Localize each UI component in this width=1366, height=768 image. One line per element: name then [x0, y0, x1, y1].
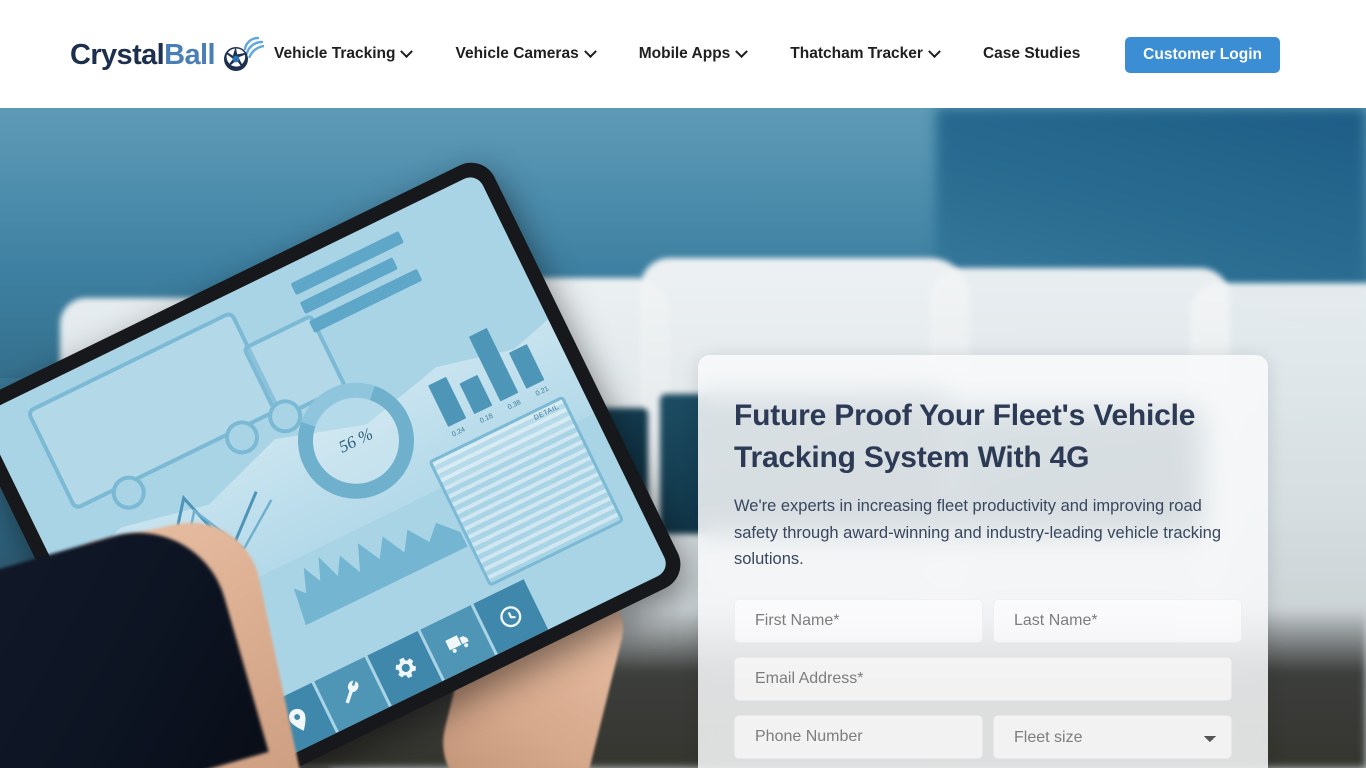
page-title: Future Proof Your Fleet's Vehicle Tracki…: [734, 399, 1196, 474]
nav-label: Thatcham Tracker: [790, 45, 923, 63]
logo-text-primary: Crystal: [70, 38, 165, 71]
phone-fleet-row: Fleet size: [734, 715, 1232, 760]
nav-label: Vehicle Tracking: [274, 45, 396, 63]
hero-section: 56 % 0.24 0.18 0.38 0.21 DETAIL Future P…: [0, 108, 1366, 768]
chevron-down-icon: [928, 44, 941, 58]
main-navigation: Vehicle Tracking Vehicle Cameras Mobile …: [265, 0, 1181, 108]
chevron-down-icon: [400, 44, 414, 58]
nav-item-thatcham-tracker[interactable]: Thatcham Tracker: [768, 44, 961, 63]
chevron-down-icon: [583, 44, 597, 58]
aperture-signal-icon: [218, 35, 267, 75]
logo-text-secondary: Ball: [164, 38, 215, 71]
page-root: CrystalBall Vehicle Tracking Vehicle Cam…: [0, 0, 1366, 768]
nav-item-mobile-apps[interactable]: Mobile Apps: [617, 44, 769, 63]
email-input[interactable]: [734, 657, 1232, 702]
last-name-input[interactable]: [993, 599, 1242, 644]
nav-item-vehicle-tracking[interactable]: Vehicle Tracking: [265, 44, 433, 63]
nav-label: Mobile Apps: [638, 45, 731, 63]
first-name-input[interactable]: [734, 599, 983, 644]
nav-item-case-studies[interactable]: Case Studies: [961, 46, 1102, 62]
name-row: [734, 599, 1242, 644]
email-row: [734, 657, 1232, 702]
donut-value: 56 %: [335, 424, 376, 457]
nav-label: Vehicle Cameras: [455, 45, 579, 63]
hero-form-card: Future Proof Your Fleet's Vehicle Tracki…: [698, 355, 1268, 768]
nav-label: Case Studies: [982, 45, 1081, 63]
lead-capture-form: Fleet size: [734, 599, 1242, 760]
nav-item-vehicle-cameras[interactable]: Vehicle Cameras: [433, 44, 616, 63]
site-logo[interactable]: CrystalBall: [70, 33, 267, 77]
fleet-size-select[interactable]: Fleet size: [993, 715, 1232, 760]
site-header: CrystalBall Vehicle Tracking Vehicle Cam…: [0, 0, 1366, 108]
chevron-down-icon: [735, 44, 749, 58]
page-subtitle: We're experts in increasing fleet produc…: [734, 497, 1222, 569]
phone-input[interactable]: [734, 715, 983, 760]
customer-login-button[interactable]: Customer Login: [1125, 37, 1280, 73]
